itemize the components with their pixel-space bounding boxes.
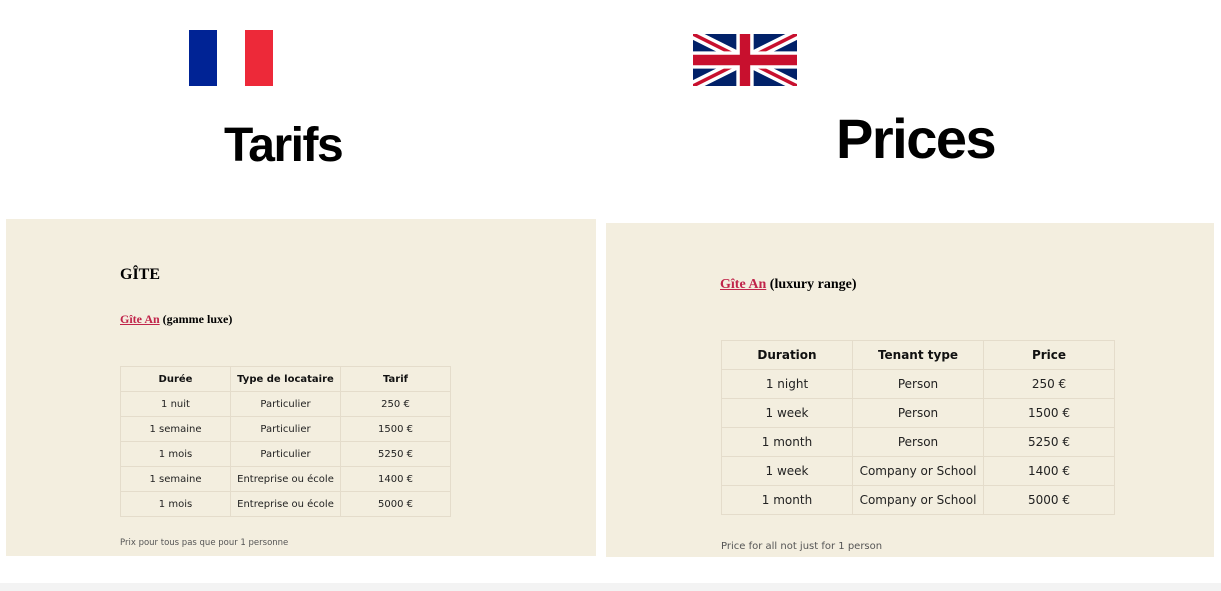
price-note: Prix pour tous pas que pour 1 personne — [120, 538, 289, 548]
gite-an-link[interactable]: Gîte An — [120, 312, 160, 326]
footer-divider — [0, 583, 1221, 591]
header-tarif: Tarif — [340, 366, 451, 392]
gite-name-line: Gîte An (luxury range) — [720, 277, 857, 293]
cell-price: 5250 € — [983, 427, 1115, 457]
table-header-row: Durée Type de locataire Tarif — [120, 366, 451, 392]
cell-tenant-type: Particulier — [230, 416, 341, 442]
cell-tenant-type: Person — [852, 427, 984, 457]
cell-price: 250 € — [983, 369, 1115, 399]
table-row: 1 night Person 250 € — [721, 369, 1115, 399]
cell-price: 1400 € — [340, 466, 451, 492]
cell-duration: 1 week — [721, 456, 853, 486]
cell-tenant-type: Company or School — [852, 485, 984, 515]
french-price-panel: GÎTE Gîte An (gamme luxe) Durée Type de … — [6, 219, 596, 556]
cell-price: 1500 € — [983, 398, 1115, 428]
cell-duration: 1 month — [721, 427, 853, 457]
gite-range-label: (luxury range) — [766, 277, 857, 292]
header-type-locataire: Type de locataire — [230, 366, 341, 392]
france-flag-icon — [189, 30, 273, 86]
cell-tenant-type: Person — [852, 369, 984, 399]
cell-price: 1400 € — [983, 456, 1115, 486]
header-duration: Duration — [721, 340, 853, 370]
cell-tenant-type: Entreprise ou école — [230, 466, 341, 492]
english-price-table: Duration Tenant type Price 1 night Perso… — [721, 340, 1115, 515]
cell-duration: 1 month — [721, 485, 853, 515]
cell-duration: 1 nuit — [120, 391, 231, 417]
cell-duration: 1 night — [721, 369, 853, 399]
gite-heading: GÎTE — [120, 266, 161, 283]
united-kingdom-flag-icon — [693, 34, 797, 86]
price-note: Price for all not just for 1 person — [721, 541, 883, 552]
table-row: 1 week Person 1500 € — [721, 398, 1115, 428]
french-price-table: Durée Type de locataire Tarif 1 nuit Par… — [120, 366, 451, 517]
header-price: Price — [983, 340, 1115, 370]
header-duree: Durée — [120, 366, 231, 392]
tarifs-title: Tarifs — [224, 119, 344, 172]
cell-duration: 1 week — [721, 398, 853, 428]
table-row: 1 month Person 5250 € — [721, 427, 1115, 457]
table-header-row: Duration Tenant type Price — [721, 340, 1115, 370]
table-row: 1 nuit Particulier 250 € — [120, 391, 451, 417]
cell-tenant-type: Entreprise ou école — [230, 491, 341, 517]
cell-duration: 1 semaine — [120, 416, 231, 442]
prices-title: Prices — [836, 107, 997, 170]
table-row: 1 month Company or School 5000 € — [721, 485, 1115, 515]
cell-price: 5000 € — [983, 485, 1115, 515]
cell-price: 250 € — [340, 391, 451, 417]
cell-duration: 1 mois — [120, 491, 231, 517]
cell-price: 1500 € — [340, 416, 451, 442]
header-tenant-type: Tenant type — [852, 340, 984, 370]
table-row: 1 mois Particulier 5250 € — [120, 441, 451, 467]
gite-name-line: Gîte An (gamme luxe) — [120, 312, 232, 327]
table-row: 1 semaine Entreprise ou école 1400 € — [120, 466, 451, 492]
cell-price: 5250 € — [340, 441, 451, 467]
cell-tenant-type: Company or School — [852, 456, 984, 486]
cell-tenant-type: Person — [852, 398, 984, 428]
table-row: 1 semaine Particulier 1500 € — [120, 416, 451, 442]
cell-price: 5000 € — [340, 491, 451, 517]
cell-tenant-type: Particulier — [230, 441, 341, 467]
gite-an-link[interactable]: Gîte An — [720, 277, 766, 292]
gite-range-label: (gamme luxe) — [159, 312, 233, 326]
english-price-panel: Gîte An (luxury range) Duration Tenant t… — [606, 223, 1214, 557]
table-row: 1 mois Entreprise ou école 5000 € — [120, 491, 451, 517]
cell-tenant-type: Particulier — [230, 391, 341, 417]
table-row: 1 week Company or School 1400 € — [721, 456, 1115, 486]
cell-duration: 1 mois — [120, 441, 231, 467]
cell-duration: 1 semaine — [120, 466, 231, 492]
